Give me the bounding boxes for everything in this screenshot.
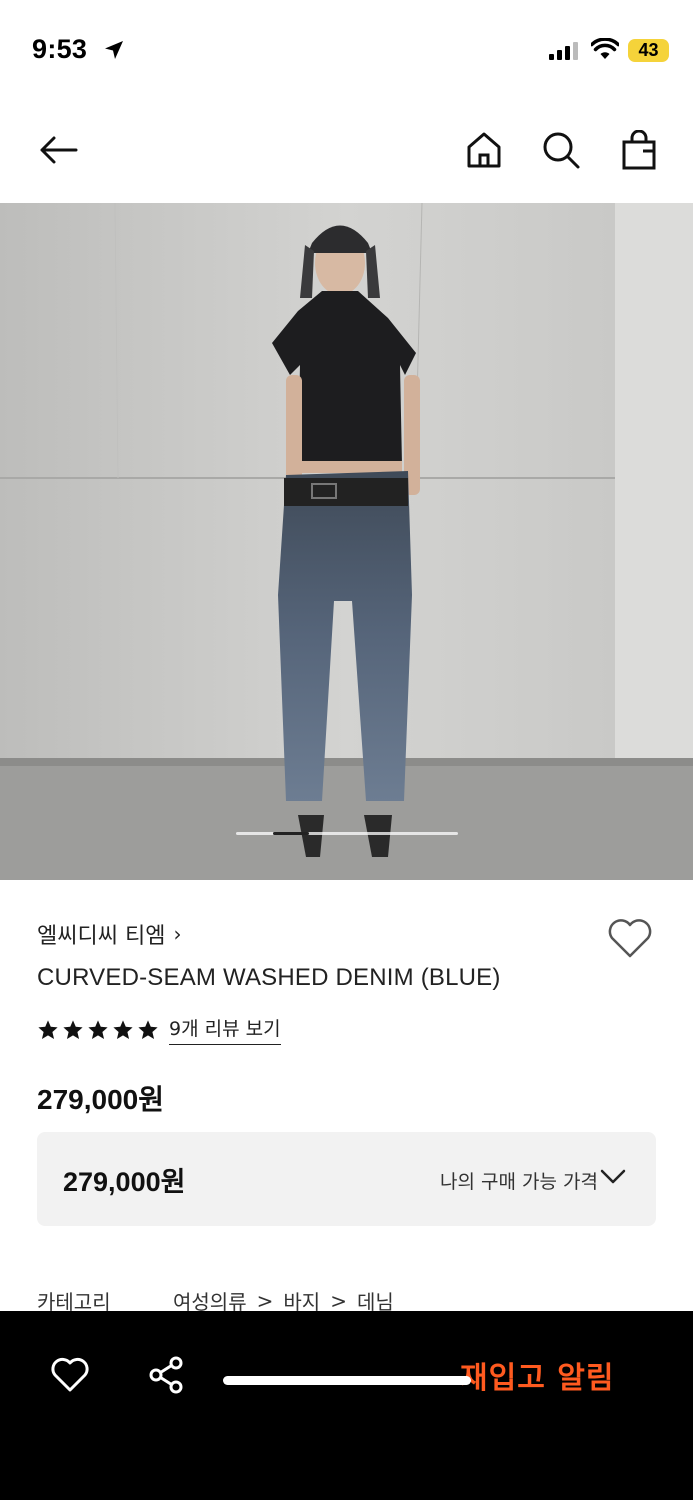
hero-illustration (0, 203, 693, 880)
my-price-value: 279,000원 (63, 1167, 186, 1197)
star-icon (88, 1019, 108, 1039)
home-indicator (223, 1376, 471, 1385)
like-button[interactable] (50, 1355, 90, 1395)
search-button[interactable] (539, 128, 583, 172)
share-button[interactable] (146, 1355, 186, 1395)
star-icon (63, 1019, 83, 1039)
battery-indicator: 43 (628, 39, 669, 62)
breadcrumb-separator: > (256, 1288, 274, 1313)
bottom-action-bar: 재입고 알림 (0, 1311, 693, 1500)
top-nav (0, 110, 693, 190)
my-price-dropdown[interactable]: 279,000원 나의 구매 가능 가격 (37, 1132, 656, 1226)
home-icon (467, 132, 501, 168)
chevron-right-icon: › (173, 922, 182, 946)
cart-button[interactable] (617, 128, 661, 172)
product-title: CURVED-SEAM WASHED DENIM (BLUE) (37, 964, 501, 991)
share-icon (149, 1356, 183, 1394)
breadcrumb-separator: > (330, 1288, 347, 1313)
review-link[interactable]: 9개 리뷰 보기 (169, 1014, 281, 1045)
status-bar: 9:53 43 (0, 0, 693, 100)
restock-alert-button[interactable]: 재입고 알림 (460, 1353, 614, 1397)
star-icon (113, 1019, 133, 1039)
search-icon (543, 132, 580, 169)
back-button[interactable] (36, 128, 80, 172)
star-icon (38, 1019, 58, 1039)
cellular-signal-icon (549, 42, 578, 60)
image-pager (236, 832, 458, 835)
star-rating (37, 1019, 159, 1041)
status-time: 9:53 (32, 34, 88, 64)
my-price-label: 나의 구매 가능 가격 (440, 1171, 598, 1193)
brand-name: 엘씨디씨 티엠 (37, 924, 166, 949)
home-button[interactable] (462, 128, 506, 172)
location-arrow-icon (105, 41, 123, 59)
brand-link[interactable]: 엘씨디씨 티엠 › (37, 918, 181, 950)
wifi-icon (591, 38, 619, 59)
image-pager-thumb (273, 832, 309, 835)
chevron-down-icon (600, 1169, 626, 1184)
arrow-left-icon (40, 136, 78, 164)
rating-row: 9개 리뷰 보기 (37, 1014, 281, 1045)
product-price: 279,000원 (37, 1084, 164, 1115)
wishlist-button[interactable] (606, 916, 654, 960)
heart-icon (608, 919, 652, 958)
product-hero-image[interactable] (0, 203, 693, 880)
shopping-bag-icon (622, 130, 656, 170)
star-icon (138, 1019, 158, 1039)
heart-icon (51, 1357, 89, 1392)
